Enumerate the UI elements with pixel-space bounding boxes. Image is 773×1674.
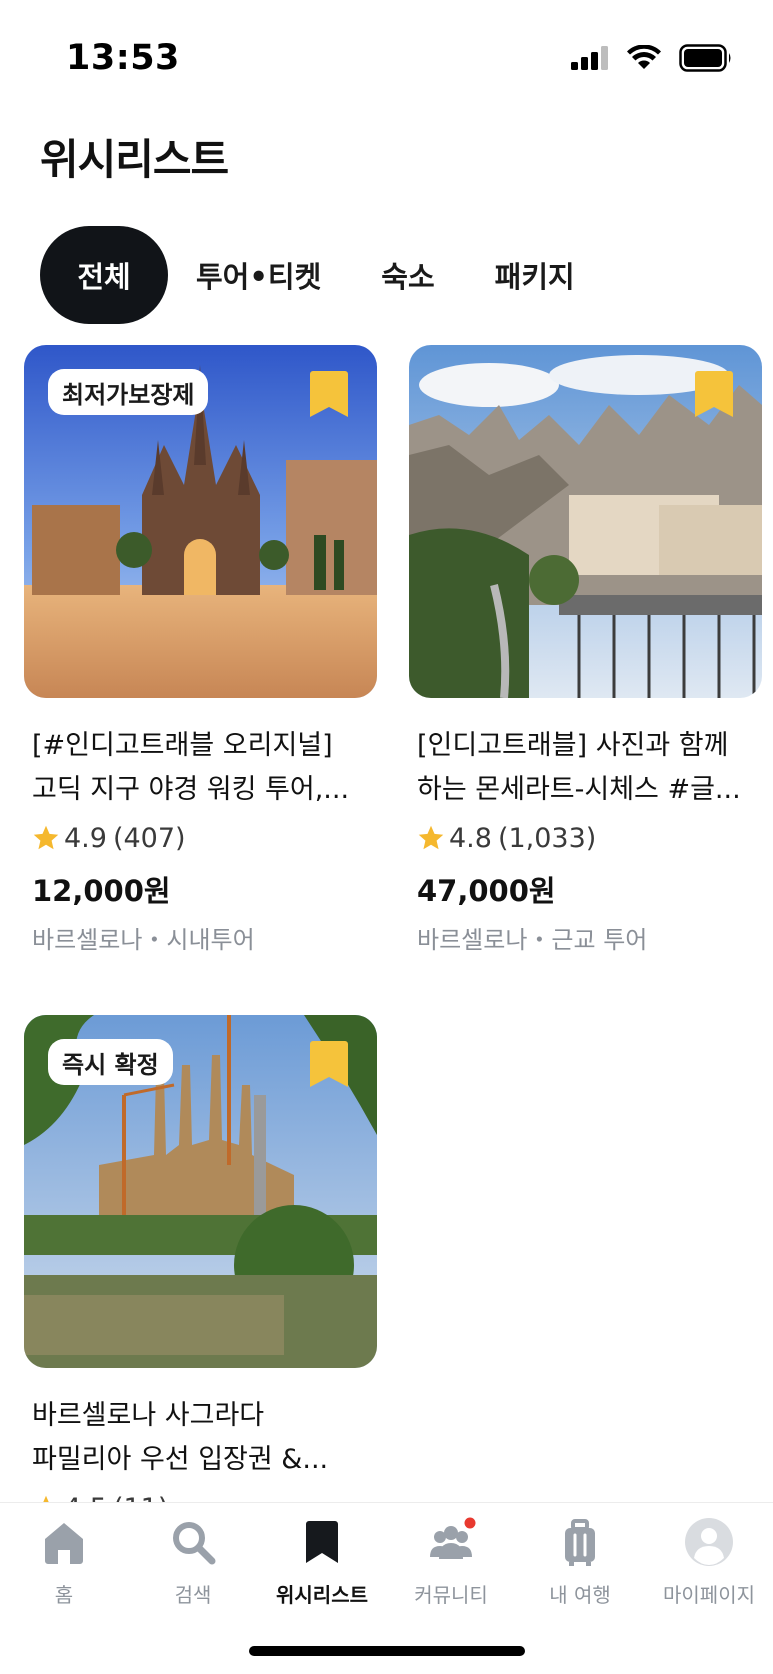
card-badge: 즉시 확정 (48, 1039, 173, 1085)
card-image[interactable]: 최저가보장제 (24, 345, 377, 698)
home-icon (45, 1523, 83, 1564)
nav-item-my-page[interactable]: 마이페이지 (645, 1517, 773, 1608)
bookmark-icon[interactable] (309, 369, 349, 419)
category-tabs: 전체 투어•티켓 숙소 패키지 (40, 226, 575, 324)
wishlist-card[interactable]: [인디고트래블] 사진과 함께 하는 몬세라트-시체스 #글... 4.8 (1… (409, 345, 762, 955)
card-rating: 4.9 (407) (24, 818, 377, 858)
star-icon (418, 825, 444, 850)
card-title[interactable]: 바르셀로나 사그라다 파밀리아 우선 입장권 &... (24, 1394, 377, 1482)
card-category: 바르셀로나・시내투어 (32, 926, 255, 954)
nav-item-home[interactable]: 홈 (0, 1517, 128, 1608)
status-bar: 13:53 (0, 0, 773, 120)
status-icons (571, 44, 733, 72)
nav-item-my-trips[interactable]: 내 여행 (516, 1517, 644, 1608)
tab-package[interactable]: 패키지 (495, 226, 575, 324)
card-title[interactable]: [#인디고트래블 오리지널] 고딕 지구 야경 워킹 투어,... (24, 724, 377, 812)
page-title: 위시리스트 (40, 135, 229, 184)
star-icon (33, 825, 59, 850)
review-count: (1,033) (497, 822, 597, 854)
home-indicator (249, 1646, 525, 1656)
wifi-icon (627, 45, 661, 69)
tab-all[interactable]: 전체 (40, 226, 168, 324)
card-title[interactable]: [인디고트래블] 사진과 함께 하는 몬세라트-시체스 #글... (409, 724, 762, 812)
tab-accommodation[interactable]: 숙소 (381, 226, 434, 324)
wishlist-card[interactable]: 최저가보장제 [#인디고트래블 오리지널] 고딕 지구 야경 워킹 투어,...… (24, 345, 377, 955)
card-price: 12,000원 (32, 874, 171, 908)
card-price: 47,000원 (417, 874, 556, 908)
bookmark-icon[interactable] (309, 1039, 349, 1089)
wishlist-card[interactable]: 즉시 확정 바르셀로나 사그라다 파밀리아 우선 입장권 &... 4.5 (1… (24, 1015, 377, 1528)
card-rating: 4.8 (1,033) (409, 818, 762, 858)
review-count: (407) (112, 822, 186, 854)
tab-tour-ticket[interactable]: 투어•티켓 (196, 226, 321, 324)
signal-icon (571, 46, 608, 70)
card-badge: 최저가보장제 (48, 369, 209, 415)
luggage-icon (565, 1519, 595, 1566)
nav-item-search[interactable]: 검색 (129, 1517, 257, 1608)
profile-icon (685, 1518, 733, 1566)
notification-dot (464, 1517, 476, 1529)
bookmark-icon[interactable] (694, 369, 734, 419)
nav-item-wishlist[interactable]: 위시리스트 (258, 1517, 386, 1608)
status-time: 13:53 (66, 38, 180, 78)
battery-icon (679, 44, 731, 72)
card-image[interactable] (409, 345, 762, 698)
card-image[interactable]: 즉시 확정 (24, 1015, 377, 1368)
rating-value: 4.9 (64, 822, 107, 854)
card-category: 바르셀로나・근교 투어 (417, 926, 648, 954)
bookmark-icon (306, 1521, 338, 1563)
community-icon (430, 1517, 476, 1559)
rating-value: 4.8 (449, 822, 492, 854)
nav-item-community[interactable]: 커뮤니티 (387, 1517, 515, 1608)
search-icon (173, 1522, 216, 1565)
